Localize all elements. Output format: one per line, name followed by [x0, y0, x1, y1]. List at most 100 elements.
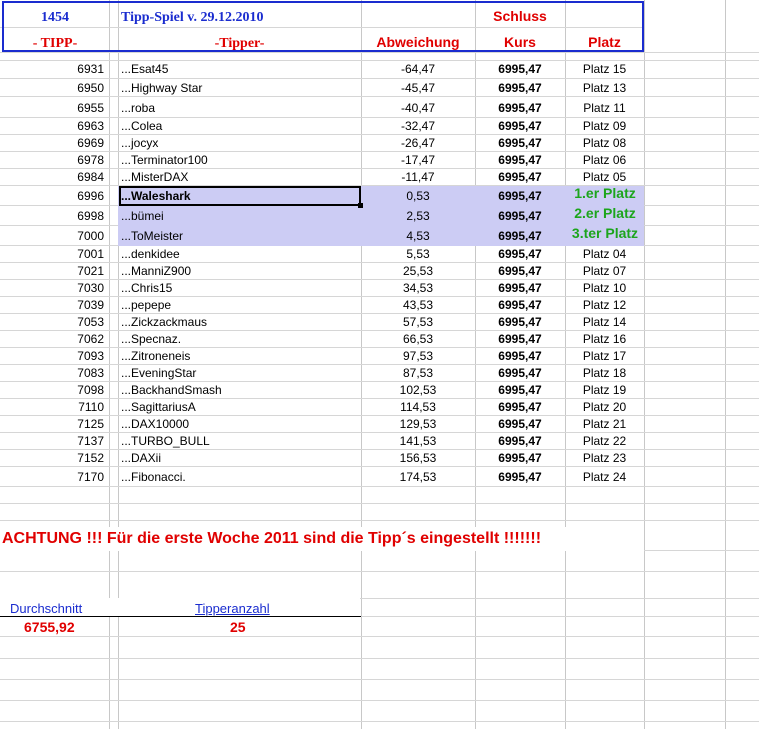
row-platz-cell[interactable]: Platz 20	[565, 399, 644, 416]
row-abweichung-cell[interactable]: 66,53	[361, 331, 475, 348]
row-tipper-cell[interactable]: ...Chris15	[121, 280, 172, 297]
row-abweichung-cell[interactable]: 174,53	[361, 469, 475, 486]
row-abweichung-cell[interactable]: 5,53	[361, 246, 475, 263]
row-abweichung-cell[interactable]: 43,53	[361, 297, 475, 314]
row-abweichung-cell[interactable]: 87,53	[361, 365, 475, 382]
row-kurs-cell[interactable]: 6995,47	[475, 297, 565, 314]
row-platz-cell[interactable]: Platz 24	[565, 469, 644, 486]
row-platz-cell[interactable]: Platz 18	[565, 365, 644, 382]
row-kurs-cell[interactable]: 6995,47	[475, 263, 565, 280]
row-tipp-cell[interactable]: 6978	[0, 152, 104, 169]
header-schluss[interactable]: Schluss	[475, 8, 565, 25]
row-abweichung-cell[interactable]: -40,47	[361, 100, 475, 117]
row-platz-cell[interactable]: 3.ter Platz	[565, 225, 645, 242]
row-tipper-cell[interactable]: ...denkidee	[121, 246, 180, 263]
row-tipper-cell[interactable]: ...Zitroneneis	[121, 348, 190, 365]
row-tipper-cell[interactable]: ...ManniZ900	[121, 263, 191, 280]
row-tipp-cell[interactable]: 7152	[0, 450, 104, 467]
row-abweichung-cell[interactable]: 97,53	[361, 348, 475, 365]
row-abweichung-cell[interactable]: -17,47	[361, 152, 475, 169]
header-col-platz[interactable]: Platz	[565, 34, 644, 51]
row-platz-cell[interactable]: Platz 19	[565, 382, 644, 399]
row-platz-cell[interactable]: Platz 08	[565, 135, 644, 152]
row-tipp-cell[interactable]: 6963	[0, 118, 104, 135]
row-abweichung-cell[interactable]: 129,53	[361, 416, 475, 433]
row-platz-cell[interactable]: Platz 13	[565, 80, 644, 97]
row-platz-cell[interactable]: Platz 05	[565, 169, 644, 186]
row-kurs-cell[interactable]: 6995,47	[475, 469, 565, 486]
row-tipper-cell[interactable]: ...DAXii	[121, 450, 161, 467]
row-platz-cell[interactable]: Platz 09	[565, 118, 644, 135]
spreadsheet-grid[interactable]: 1454 Tipp-Spiel v. 29.12.2010 Schluss - …	[0, 0, 759, 729]
row-tipp-cell[interactable]: 7039	[0, 297, 104, 314]
row-tipp-cell[interactable]: 7021	[0, 263, 104, 280]
row-tipper-cell[interactable]: ...roba	[121, 100, 155, 117]
header-col-tipper[interactable]: -Tipper-	[118, 35, 361, 52]
row-tipp-cell[interactable]: 7062	[0, 331, 104, 348]
row-kurs-cell[interactable]: 6995,47	[475, 118, 565, 135]
row-kurs-cell[interactable]: 6995,47	[475, 416, 565, 433]
row-platz-cell[interactable]: Platz 07	[565, 263, 644, 280]
row-tipp-cell[interactable]: 6950	[0, 80, 104, 97]
row-tipper-cell[interactable]: ...bümei	[121, 208, 164, 225]
row-abweichung-cell[interactable]: 25,53	[361, 263, 475, 280]
row-tipper-cell[interactable]: ...Highway Star	[121, 80, 202, 97]
row-kurs-cell[interactable]: 6995,47	[475, 348, 565, 365]
durchschnitt-label[interactable]: Durchschnitt	[10, 600, 82, 617]
row-kurs-cell[interactable]: 6995,47	[475, 314, 565, 331]
row-tipp-cell[interactable]: 6931	[0, 61, 104, 78]
row-kurs-cell[interactable]: 6995,47	[475, 450, 565, 467]
row-kurs-cell[interactable]: 6995,47	[475, 152, 565, 169]
row-abweichung-cell[interactable]: 4,53	[361, 228, 475, 245]
row-tipper-cell[interactable]: ...Esat45	[121, 61, 168, 78]
tipperanzahl-value[interactable]: 25	[230, 619, 246, 636]
row-tipper-cell[interactable]: ...pepepe	[121, 297, 171, 314]
row-kurs-cell[interactable]: 6995,47	[475, 100, 565, 117]
row-abweichung-cell[interactable]: 57,53	[361, 314, 475, 331]
row-tipp-cell[interactable]: 6969	[0, 135, 104, 152]
row-tipper-cell[interactable]: ...Fibonacci.	[121, 469, 186, 486]
row-abweichung-cell[interactable]: 0,53	[361, 188, 475, 205]
tipperanzahl-label[interactable]: Tipperanzahl	[195, 600, 270, 617]
row-kurs-cell[interactable]: 6995,47	[475, 61, 565, 78]
row-kurs-cell[interactable]: 6995,47	[475, 228, 565, 245]
row-platz-cell[interactable]: Platz 21	[565, 416, 644, 433]
row-platz-cell[interactable]: Platz 17	[565, 348, 644, 365]
row-tipp-cell[interactable]: 7001	[0, 246, 104, 263]
row-abweichung-cell[interactable]: 141,53	[361, 433, 475, 450]
row-tipper-cell[interactable]: ...BackhandSmash	[121, 382, 222, 399]
row-tipper-cell[interactable]: ...MisterDAX	[121, 169, 188, 186]
row-kurs-cell[interactable]: 6995,47	[475, 433, 565, 450]
row-abweichung-cell[interactable]: -11,47	[361, 169, 475, 186]
row-tipper-cell[interactable]: ...TURBO_BULL	[121, 433, 210, 450]
row-kurs-cell[interactable]: 6995,47	[475, 169, 565, 186]
row-platz-cell[interactable]: Platz 15	[565, 61, 644, 78]
row-tipp-cell[interactable]: 7098	[0, 382, 104, 399]
row-abweichung-cell[interactable]: 102,53	[361, 382, 475, 399]
row-tipper-cell[interactable]: ...Colea	[121, 118, 162, 135]
row-tipp-cell[interactable]: 7053	[0, 314, 104, 331]
row-kurs-cell[interactable]: 6995,47	[475, 382, 565, 399]
notice-text[interactable]: ACHTUNG !!! Für die erste Woche 2011 sin…	[2, 530, 541, 548]
row-abweichung-cell[interactable]: 2,53	[361, 208, 475, 225]
row-tipp-cell[interactable]: 7170	[0, 469, 104, 486]
row-tipp-cell[interactable]: 7093	[0, 348, 104, 365]
active-cell-selection[interactable]	[119, 186, 361, 206]
row-tipper-cell[interactable]: ...DAX10000	[121, 416, 189, 433]
row-tipper-cell[interactable]: ...jocyx	[121, 135, 158, 152]
row-tipp-cell[interactable]: 7083	[0, 365, 104, 382]
durchschnitt-value[interactable]: 6755,92	[24, 619, 75, 636]
row-platz-cell[interactable]: Platz 14	[565, 314, 644, 331]
row-abweichung-cell[interactable]: 114,53	[361, 399, 475, 416]
row-abweichung-cell[interactable]: -45,47	[361, 80, 475, 97]
header-col-abweichung[interactable]: Abweichung	[361, 34, 475, 51]
row-platz-cell[interactable]: Platz 12	[565, 297, 644, 314]
row-platz-cell[interactable]: 1.er Platz	[565, 185, 645, 202]
row-abweichung-cell[interactable]: -64,47	[361, 61, 475, 78]
row-tipp-cell[interactable]: 7000	[0, 228, 104, 245]
row-tipper-cell[interactable]: ...SagittariusA	[121, 399, 196, 416]
row-tipp-cell[interactable]: 7125	[0, 416, 104, 433]
header-id-number[interactable]: 1454	[2, 9, 108, 26]
row-tipp-cell[interactable]: 6955	[0, 100, 104, 117]
row-tipp-cell[interactable]: 6996	[0, 188, 104, 205]
